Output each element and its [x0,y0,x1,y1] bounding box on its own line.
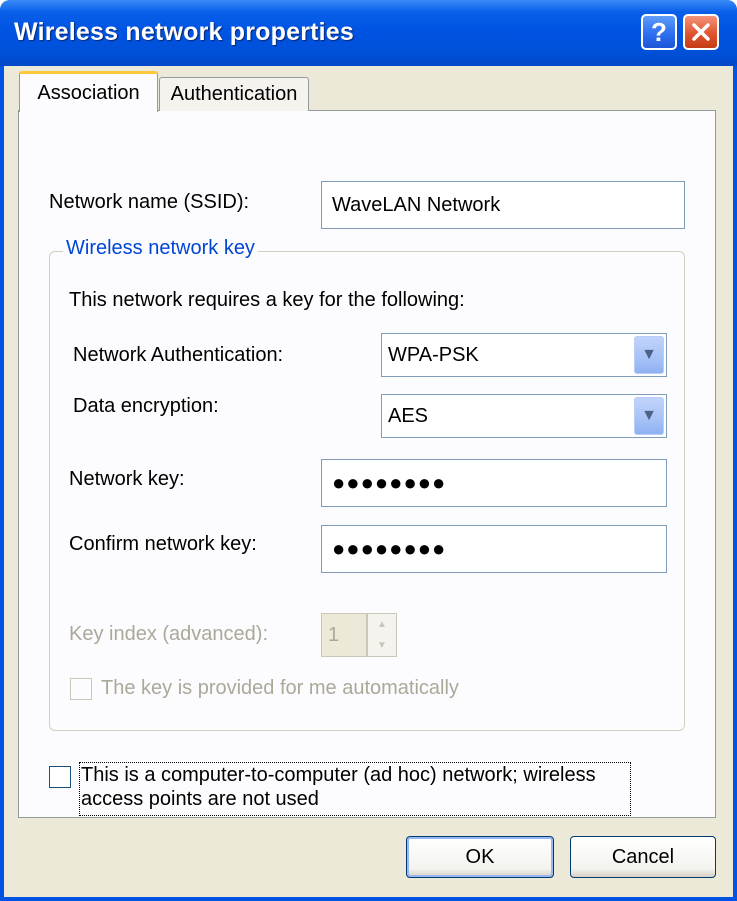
adhoc-checkbox[interactable] [49,766,71,788]
confirm-key-input[interactable]: ●●●●●●●● [321,525,667,573]
chevron-down-icon[interactable]: ▼ [634,336,664,374]
network-key-label: Network key: [69,468,185,490]
association-tab-panel: Network name (SSID): WaveLAN Network Wir… [18,110,716,818]
chevron-down-icon[interactable]: ▼ [634,397,664,435]
help-button[interactable]: ? [641,14,677,50]
key-index-value: 1 [328,623,340,646]
spin-down-icon[interactable]: ▼ [368,635,396,656]
spin-up-icon[interactable]: ▲ [368,614,396,635]
ssid-label: Network name (SSID): [49,191,250,213]
requires-key-text: This network requires a key for the foll… [69,289,465,311]
network-auth-value: WPA-PSK [388,343,479,366]
key-index-label: Key index (advanced): [69,623,269,645]
auto-key-label: The key is provided for me automatically [101,677,459,699]
adhoc-label-line1: This is a computer-to-computer (ad hoc) … [81,764,596,786]
confirm-key-value: ●●●●●●●● [332,536,447,561]
network-key-value: ●●●●●●●● [332,470,447,495]
dialog-window: Wireless network properties ? Authentica… [0,0,737,901]
data-encryption-select[interactable]: AES ▼ [381,394,667,438]
adhoc-label-line2: access points are not used [81,788,319,810]
tab-authentication[interactable]: Authentication [159,77,309,111]
network-key-input[interactable]: ●●●●●●●● [321,459,667,507]
ssid-value: WaveLAN Network [332,193,501,216]
ssid-input[interactable]: WaveLAN Network [321,181,685,229]
data-encryption-value: AES [388,404,429,427]
window-title: Wireless network properties [14,18,355,46]
data-encryption-label: Data encryption: [73,395,219,417]
tab-association[interactable]: Association [19,71,158,112]
dialog-client-area: Authentication Association Network name … [4,66,733,897]
confirm-key-label: Confirm network key: [69,533,257,555]
auto-key-checkbox[interactable] [70,678,92,700]
key-index-input[interactable]: 1 [321,613,367,657]
close-button[interactable] [683,14,719,50]
network-auth-label: Network Authentication: [73,344,284,366]
adhoc-label[interactable]: This is a computer-to-computer (ad hoc) … [81,763,596,811]
network-auth-select[interactable]: WPA-PSK ▼ [381,333,667,377]
question-mark-icon: ? [651,16,667,47]
title-bar[interactable]: Wireless network properties ? [0,0,737,66]
close-icon [692,23,710,41]
cancel-button[interactable]: Cancel [570,836,716,878]
key-index-spinner[interactable]: ▲ ▼ [367,613,397,657]
wireless-key-group-title: Wireless network key [63,237,258,260]
ok-button[interactable]: OK [406,836,554,878]
